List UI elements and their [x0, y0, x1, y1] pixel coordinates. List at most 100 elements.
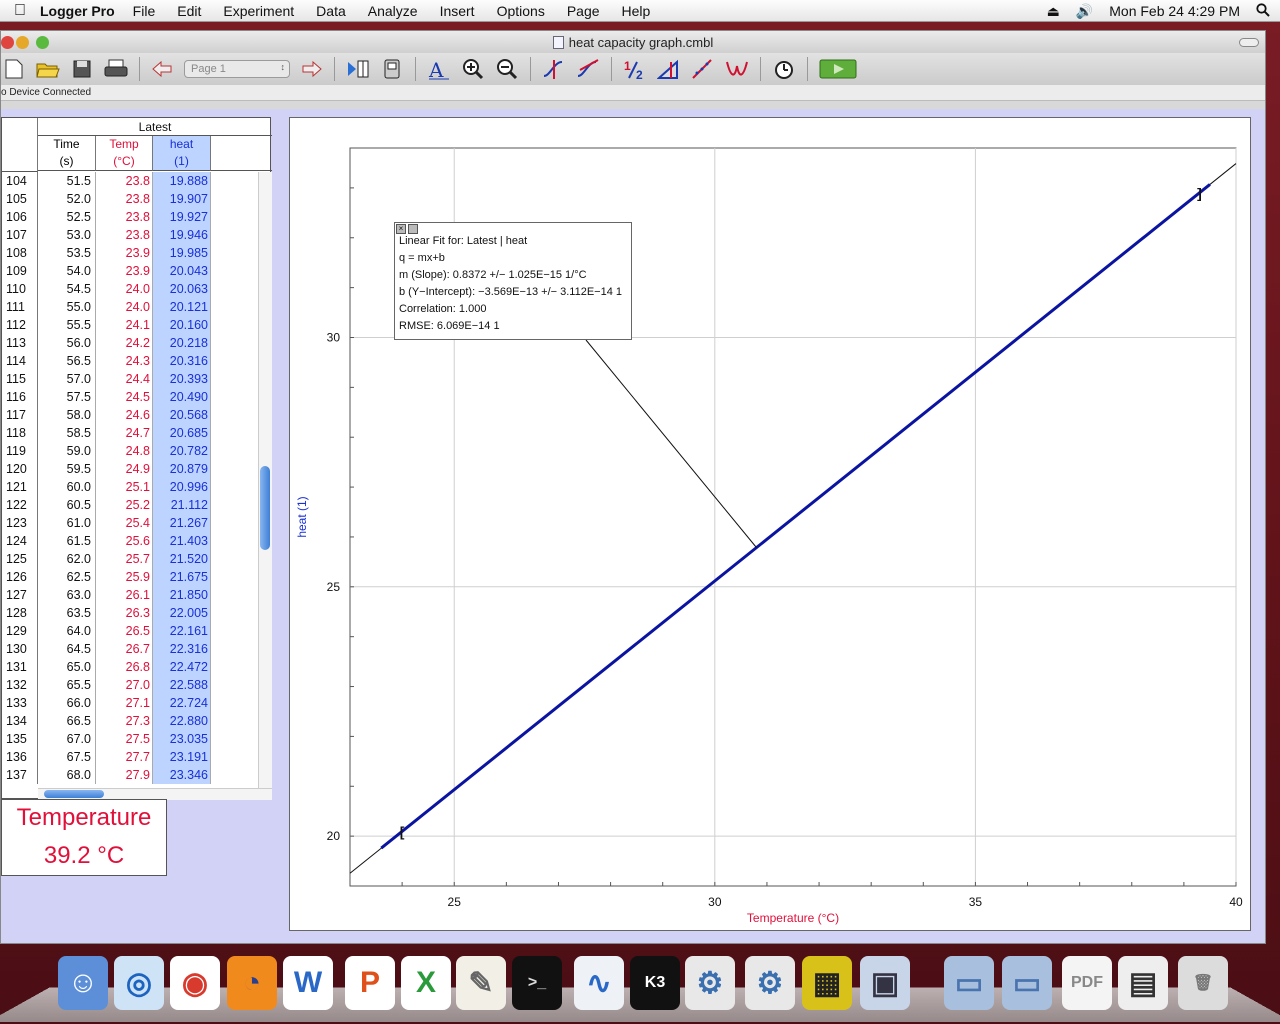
cell-heat[interactable]: 21.403	[153, 532, 211, 550]
table-row[interactable]: 123 61.0 25.4 21.267	[2, 514, 258, 532]
cell-time[interactable]: 54.5	[38, 280, 96, 298]
cell-temp[interactable]: 26.3	[96, 604, 153, 622]
horizontal-scroll-thumb[interactable]	[44, 790, 104, 798]
cell-temp[interactable]: 27.5	[96, 730, 153, 748]
powerpoint-icon[interactable]: P	[345, 956, 395, 1010]
integral-icon[interactable]: 12	[622, 56, 648, 82]
cell-time[interactable]: 64.0	[38, 622, 96, 640]
cell-temp[interactable]: 25.7	[96, 550, 153, 568]
open-folder-icon[interactable]	[35, 56, 61, 82]
cell-temp[interactable]: 27.0	[96, 676, 153, 694]
empty-column-header[interactable]	[211, 136, 272, 171]
apple-menu-icon[interactable]: 	[0, 2, 40, 20]
cell-heat[interactable]: 22.316	[153, 640, 211, 658]
cell-heat[interactable]: 21.112	[153, 496, 211, 514]
volume-icon[interactable]: 🔊	[1076, 3, 1093, 20]
cell-heat[interactable]: 19.888	[153, 172, 211, 190]
cell-temp[interactable]: 25.2	[96, 496, 153, 514]
cell-heat[interactable]: 21.520	[153, 550, 211, 568]
cell-heat[interactable]: 22.472	[153, 658, 211, 676]
page-select[interactable]: Page 1 ↕	[184, 60, 290, 78]
cell-time[interactable]: 54.0	[38, 262, 96, 280]
cell-time[interactable]: 60.5	[38, 496, 96, 514]
cell-heat[interactable]: 20.121	[153, 298, 211, 316]
cell-heat[interactable]: 21.675	[153, 568, 211, 586]
table-row[interactable]: 132 65.5 27.0 22.588	[2, 676, 258, 694]
cell-temp[interactable]: 23.8	[96, 208, 153, 226]
temperature-meter[interactable]: Temperature 39.2 °C	[1, 799, 167, 876]
table-row[interactable]: 127 63.0 26.1 21.850	[2, 586, 258, 604]
cell-heat[interactable]: 23.191	[153, 748, 211, 766]
menu-file[interactable]: File	[133, 3, 156, 19]
tangent-icon[interactable]	[575, 56, 601, 82]
cell-heat[interactable]: 19.907	[153, 190, 211, 208]
cell-time[interactable]: 64.5	[38, 640, 96, 658]
iphoto-icon[interactable]: ▣	[860, 956, 910, 1010]
cell-heat[interactable]: 22.880	[153, 712, 211, 730]
cell-temp[interactable]: 23.9	[96, 244, 153, 262]
cell-temp[interactable]: 24.9	[96, 460, 153, 478]
cell-time[interactable]: 62.5	[38, 568, 96, 586]
cell-heat[interactable]: 20.393	[153, 370, 211, 388]
cell-heat[interactable]: 22.588	[153, 676, 211, 694]
cell-temp[interactable]: 24.2	[96, 334, 153, 352]
table-view-icon[interactable]	[345, 56, 371, 82]
menu-experiment[interactable]: Experiment	[223, 3, 294, 19]
table-row[interactable]: 104 51.5 23.8 19.888	[2, 172, 258, 190]
labquest-icon[interactable]: ▦	[802, 956, 852, 1010]
cell-temp[interactable]: 25.9	[96, 568, 153, 586]
cell-heat[interactable]: 19.985	[153, 244, 211, 262]
table-row[interactable]: 110 54.5 24.0 20.063	[2, 280, 258, 298]
cell-temp[interactable]: 24.0	[96, 298, 153, 316]
cell-temp[interactable]: 24.4	[96, 370, 153, 388]
cell-heat[interactable]: 20.063	[153, 280, 211, 298]
table-row[interactable]: 137 68.0 27.9 23.346	[2, 766, 258, 784]
new-file-icon[interactable]	[1, 56, 27, 82]
cell-temp[interactable]: 24.5	[96, 388, 153, 406]
cell-heat[interactable]: 20.782	[153, 442, 211, 460]
cell-temp[interactable]: 27.3	[96, 712, 153, 730]
cell-time[interactable]: 59.0	[38, 442, 96, 460]
table-row[interactable]: 124 61.5 25.6 21.403	[2, 532, 258, 550]
cell-temp[interactable]: 25.1	[96, 478, 153, 496]
cell-heat[interactable]: 20.879	[153, 460, 211, 478]
table-row[interactable]: 114 56.5 24.3 20.316	[2, 352, 258, 370]
save-icon[interactable]	[69, 56, 95, 82]
cell-time[interactable]: 66.5	[38, 712, 96, 730]
table-row[interactable]: 117 58.0 24.6 20.568	[2, 406, 258, 424]
cell-time[interactable]: 63.0	[38, 586, 96, 604]
table-row[interactable]: 112 55.5 24.1 20.160	[2, 316, 258, 334]
chrome-icon[interactable]: ◉	[170, 956, 220, 1010]
cell-time[interactable]: 55.0	[38, 298, 96, 316]
zoom-in-icon[interactable]	[460, 56, 486, 82]
column-header-temp[interactable]: Temp (°C)	[96, 136, 153, 171]
table-row[interactable]: 109 54.0 23.9 20.043	[2, 262, 258, 280]
table-row[interactable]: 106 52.5 23.8 19.927	[2, 208, 258, 226]
screenshot-icon[interactable]: ▤	[1118, 956, 1168, 1010]
table-row[interactable]: 113 56.0 24.2 20.218	[2, 334, 258, 352]
textedit-icon[interactable]: ✎	[456, 956, 506, 1010]
zoom-out-icon[interactable]	[494, 56, 520, 82]
python-launcher-icon[interactable]: ⚙	[745, 956, 795, 1010]
cell-heat[interactable]: 19.927	[153, 208, 211, 226]
table-row[interactable]: 134 66.5 27.3 22.880	[2, 712, 258, 730]
cell-time[interactable]: 65.5	[38, 676, 96, 694]
cell-heat[interactable]: 20.043	[153, 262, 211, 280]
menu-help[interactable]: Help	[622, 3, 651, 19]
cell-temp[interactable]: 27.7	[96, 748, 153, 766]
zoom-window-button[interactable]	[36, 36, 49, 49]
table-row[interactable]: 121 60.0 25.1 20.996	[2, 478, 258, 496]
terminal-icon[interactable]: >_	[512, 956, 562, 1010]
cell-temp[interactable]: 24.1	[96, 316, 153, 334]
table-row[interactable]: 116 57.5 24.5 20.490	[2, 388, 258, 406]
cell-heat[interactable]: 23.035	[153, 730, 211, 748]
autoscale-icon[interactable]: A	[426, 56, 452, 82]
table-row[interactable]: 129 64.0 26.5 22.161	[2, 622, 258, 640]
column-header-time[interactable]: Time (s)	[38, 136, 96, 171]
labquest-icon[interactable]	[379, 56, 405, 82]
previous-page-icon[interactable]	[150, 56, 176, 82]
cell-heat[interactable]: 22.005	[153, 604, 211, 622]
grapher-icon[interactable]: ∿	[574, 956, 624, 1010]
cell-temp[interactable]: 24.0	[96, 280, 153, 298]
statistics-icon[interactable]	[656, 56, 682, 82]
